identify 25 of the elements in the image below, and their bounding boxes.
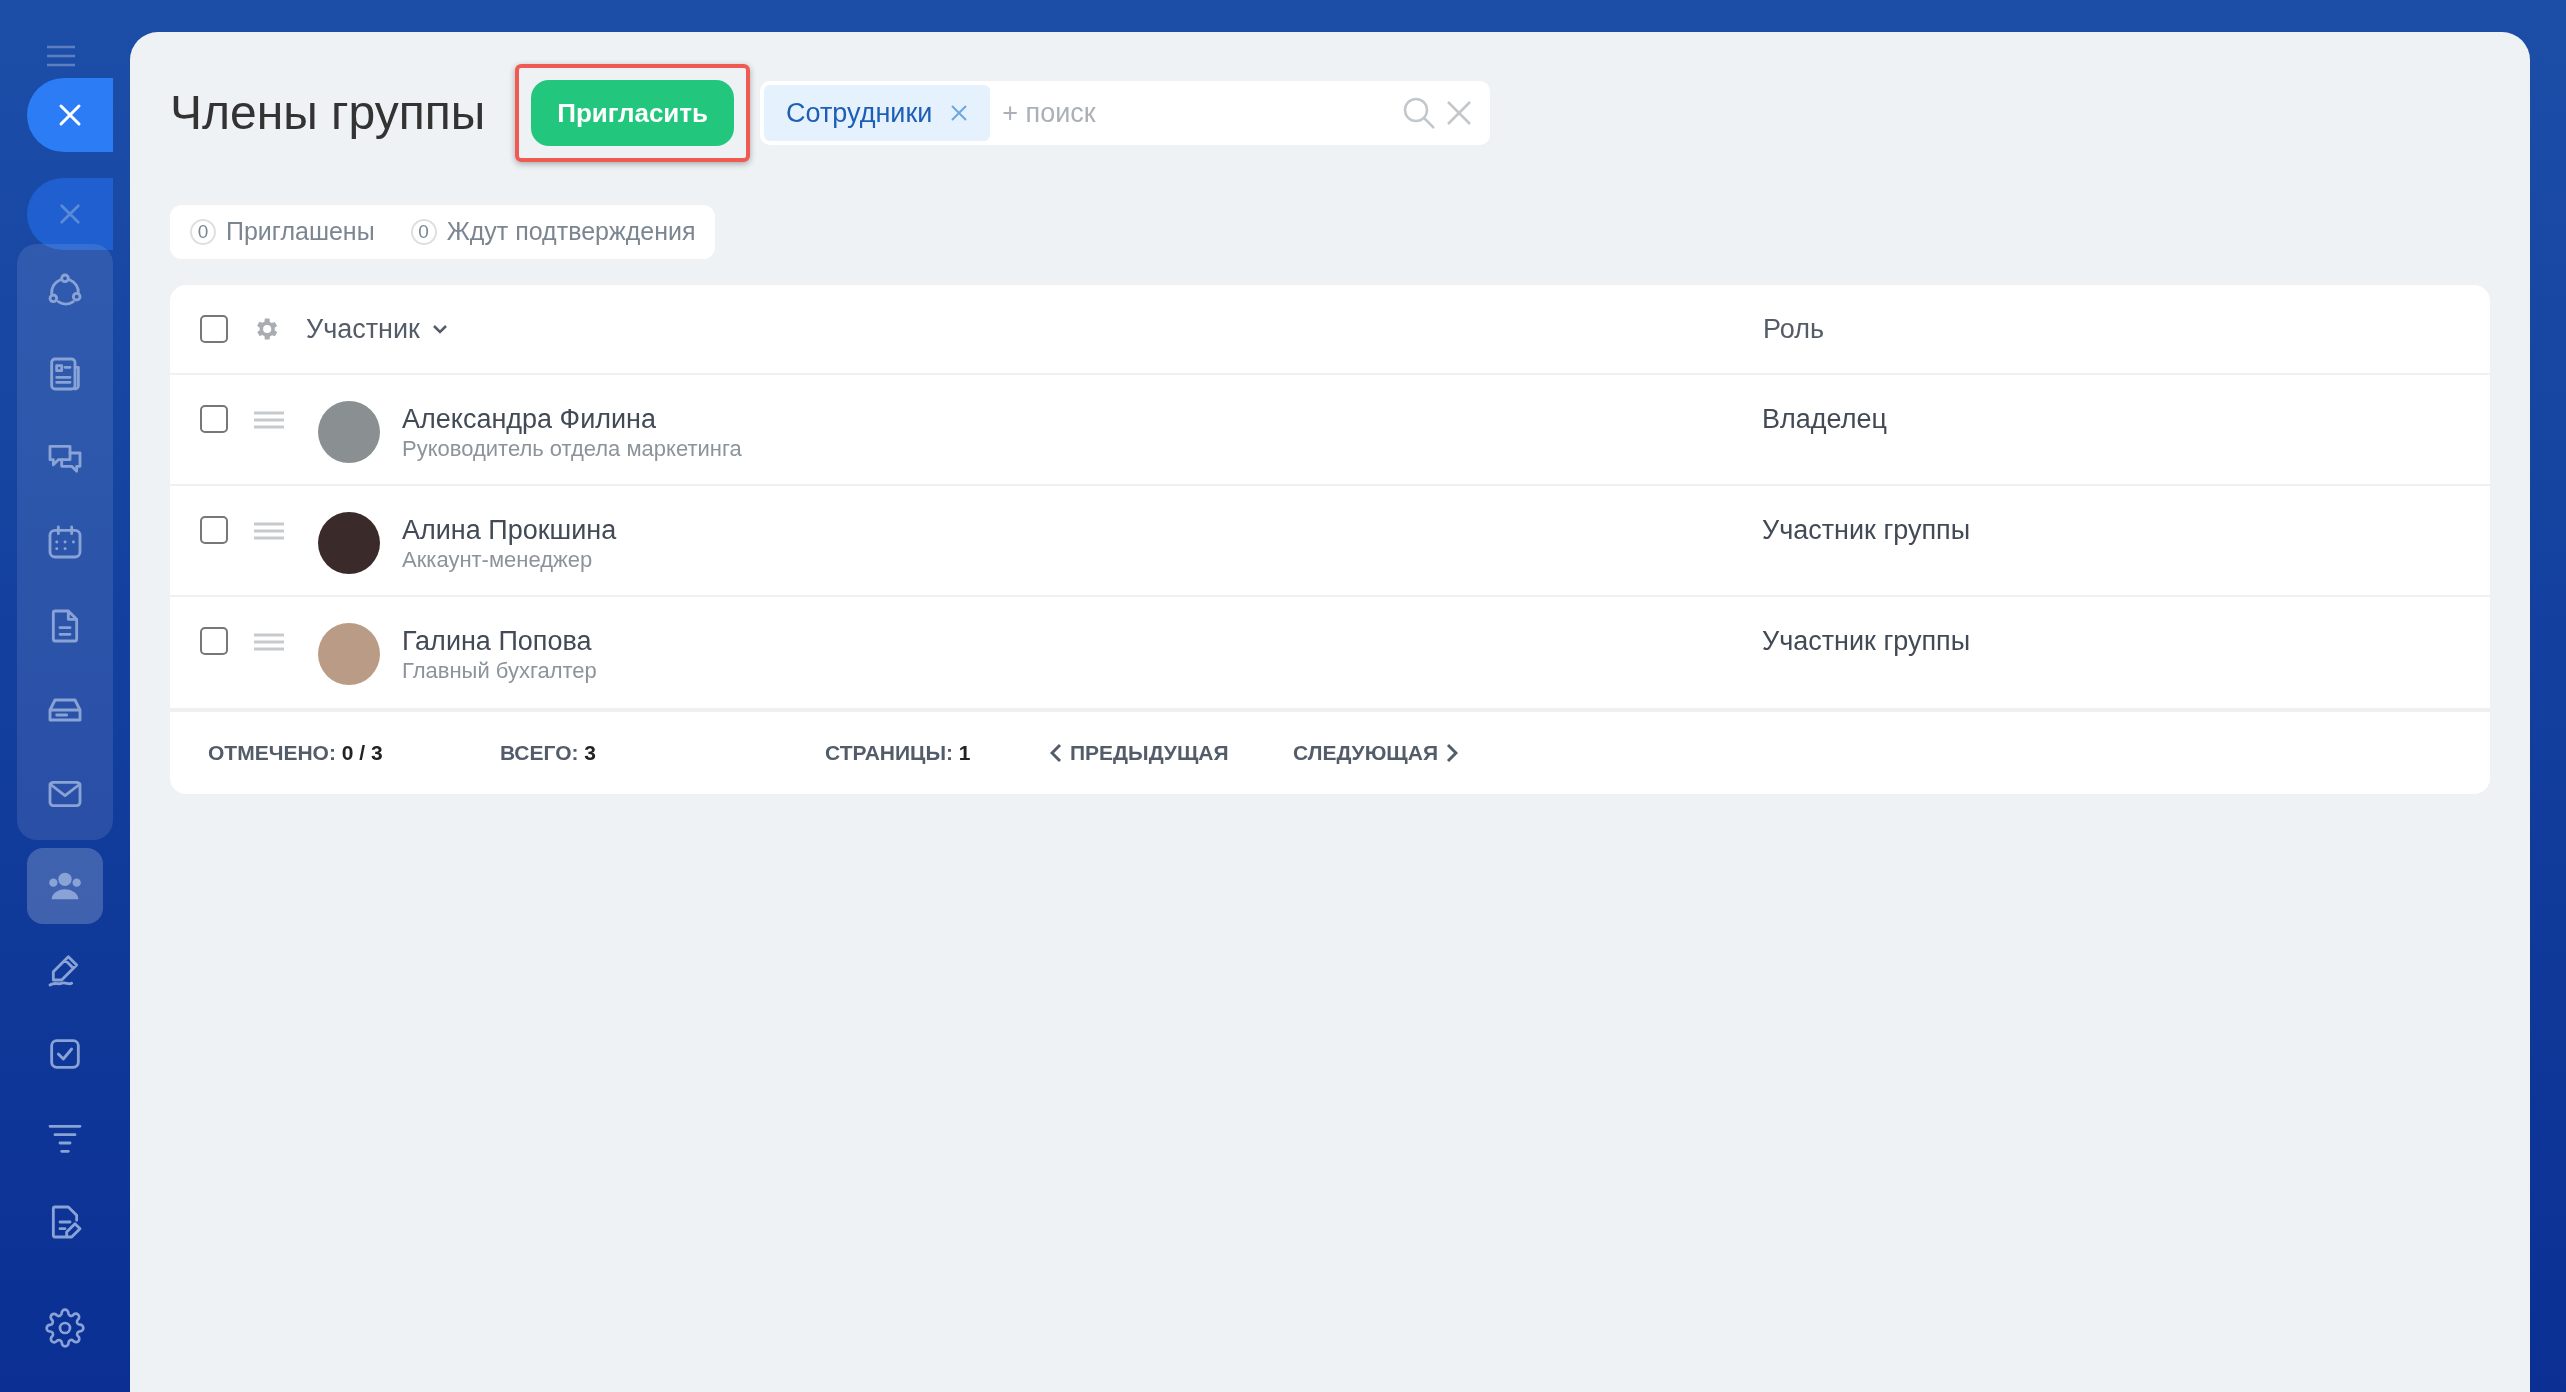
count-badge: 0: [190, 219, 216, 245]
member-name[interactable]: Галина Попова: [402, 625, 1762, 657]
count-badge: 0: [410, 219, 437, 245]
counter-label[interactable]: Приглашены: [226, 213, 375, 251]
total-count: ВСЕГО: 3: [500, 740, 598, 767]
previous-page-link[interactable]: ПРЕДЫДУЩАЯ: [1050, 737, 1293, 769]
pages-count: СТРАНИЦЫ: 1: [825, 740, 972, 767]
member-role: Владелец: [1762, 403, 1887, 435]
filter-tag[interactable]: Сотрудники: [764, 85, 991, 141]
search-field[interactable]: Сотрудники + поиск: [760, 81, 1491, 145]
page-title: Члены группы: [170, 85, 486, 141]
member-position: Руководитель отдела маркетинга: [402, 435, 743, 463]
counter-label[interactable]: Ждут подтверждения: [446, 213, 696, 251]
column-header: Роль: [1762, 312, 1824, 346]
selected-count: ОТМЕЧЕНО: 0 / 3: [208, 740, 384, 767]
member-name[interactable]: Александра Филина: [402, 403, 1762, 435]
member-position: Аккаунт-менеджер: [402, 546, 594, 574]
search-input[interactable]: + поиск: [1002, 92, 1403, 134]
filter-tag-label: Сотрудники: [786, 96, 933, 130]
member-position: Главный бухгалтер: [402, 657, 598, 685]
member-role: Участник группы: [1762, 514, 1971, 546]
member-name[interactable]: Алина Прокшина: [402, 514, 1762, 546]
next-page-link[interactable]: СЛЕДУЮЩАЯ: [1293, 737, 1458, 769]
column-header[interactable]: Участник: [306, 308, 420, 350]
member-role: Участник группы: [1762, 625, 1971, 657]
